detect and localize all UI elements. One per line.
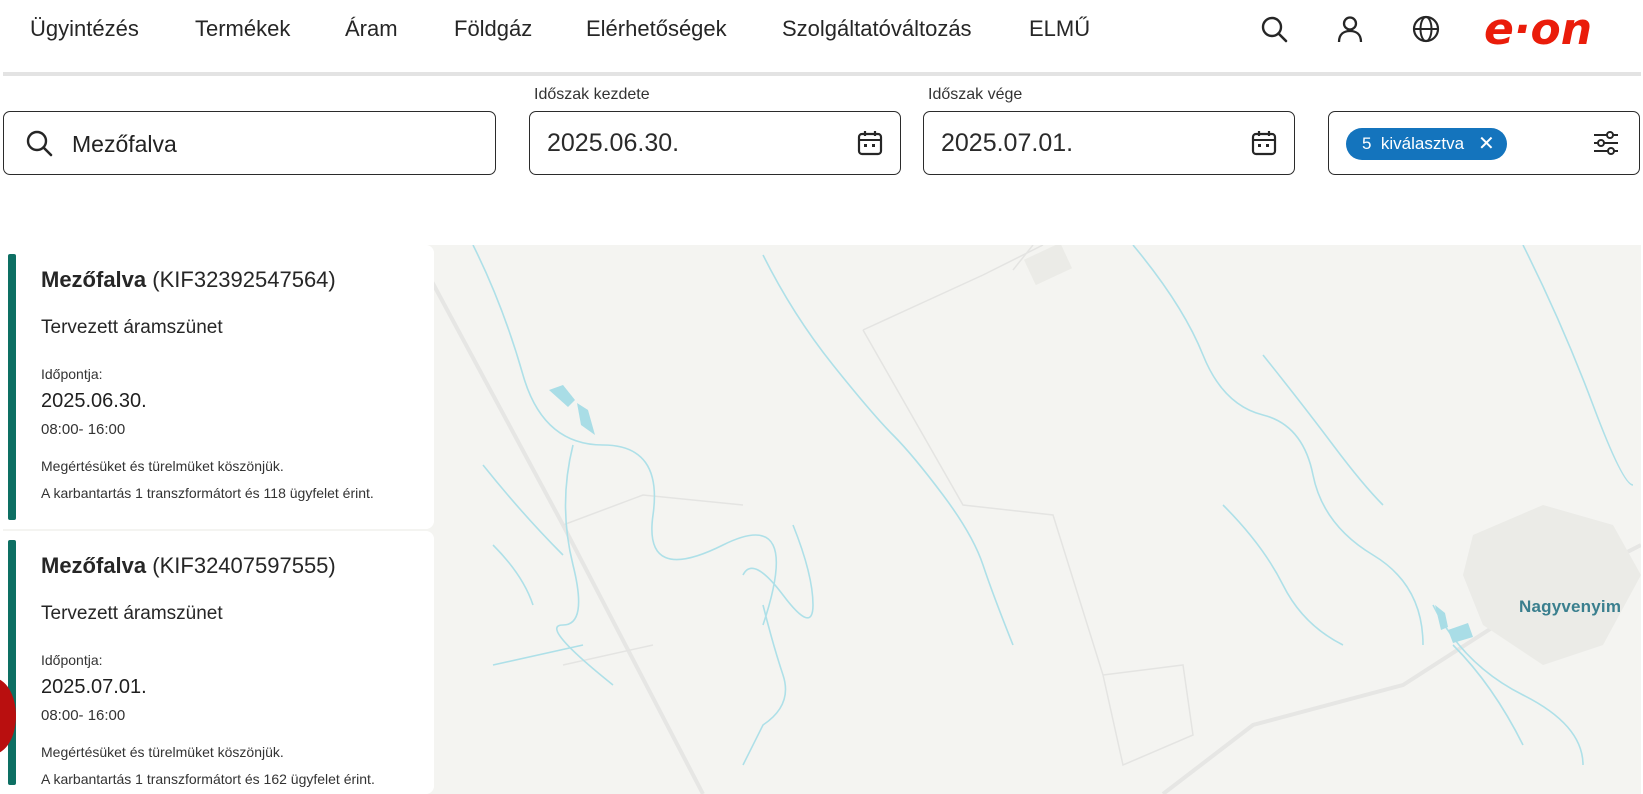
card-accent-bar bbox=[8, 540, 16, 785]
outage-impact-message: A karbantartás 1 transzformátort és 118 … bbox=[41, 485, 374, 501]
svg-text:e·on: e·on bbox=[1484, 6, 1592, 52]
outage-thanks-message: Megértésüket és türelmüket köszönjük. bbox=[41, 744, 284, 760]
top-navigation: Ügyintézés Termékek Áram Földgáz Elérhet… bbox=[0, 0, 1643, 60]
outage-location: Mezőfalva bbox=[41, 267, 147, 292]
outage-date: 2025.06.30. bbox=[41, 390, 147, 412]
start-date-label: Időszak kezdete bbox=[534, 86, 650, 103]
outage-when-label: Időpontja: bbox=[41, 652, 103, 668]
outage-location: Mezőfalva bbox=[41, 553, 147, 578]
selected-count-label: 5 kiválasztva bbox=[1362, 134, 1465, 153]
nav-item-foldgaz[interactable]: Földgáz bbox=[454, 16, 532, 42]
category-filter-select[interactable]: 5 kiválasztva ✕ bbox=[1328, 111, 1640, 175]
end-date-label: Időszak vége bbox=[928, 86, 1023, 103]
outage-time: 08:00- 16:00 bbox=[41, 707, 126, 724]
calendar-icon[interactable] bbox=[1250, 129, 1278, 157]
search-icon[interactable] bbox=[1259, 14, 1289, 44]
header-divider bbox=[3, 72, 1641, 76]
nav-item-aram[interactable]: Áram bbox=[345, 16, 398, 42]
outage-type: Tervezett áramszünet bbox=[41, 603, 223, 624]
nav-item-ugyintezes[interactable]: Ügyintézés bbox=[30, 16, 139, 42]
start-date-field[interactable]: 2025.06.30. bbox=[529, 111, 901, 175]
outage-card[interactable]: Mezőfalva (KIF32407597555) Tervezett ára… bbox=[3, 531, 434, 794]
outage-type: Tervezett áramszünet bbox=[41, 317, 223, 338]
end-date-value: 2025.07.01. bbox=[941, 129, 1074, 157]
user-icon[interactable] bbox=[1335, 14, 1365, 44]
eon-logo[interactable]: e·on bbox=[1484, 6, 1622, 52]
outage-title: Mezőfalva (KIF32407597555) bbox=[41, 553, 336, 579]
globe-icon[interactable] bbox=[1411, 14, 1441, 44]
map-place-label: Nagyvenyim bbox=[1519, 597, 1622, 616]
location-search-field[interactable] bbox=[3, 111, 496, 175]
nav-item-elerhetosegek[interactable]: Elérhetőségek bbox=[586, 16, 727, 42]
nav-item-termekek[interactable]: Termékek bbox=[195, 16, 290, 42]
outage-title: Mezőfalva (KIF32392547564) bbox=[41, 267, 336, 293]
search-icon bbox=[24, 128, 54, 158]
outage-impact-message: A karbantartás 1 transzformátort és 162 … bbox=[41, 771, 375, 787]
clear-selection-icon[interactable]: ✕ bbox=[1478, 134, 1495, 154]
calendar-icon[interactable] bbox=[856, 129, 884, 157]
outage-time: 08:00- 16:00 bbox=[41, 421, 126, 438]
filter-settings-icon[interactable] bbox=[1591, 128, 1621, 158]
selected-count-chip[interactable]: 5 kiválasztva ✕ bbox=[1346, 128, 1507, 160]
outage-when-label: Időpontja: bbox=[41, 366, 103, 382]
outage-date: 2025.07.01. bbox=[41, 676, 147, 698]
nav-item-elmu[interactable]: ELMŰ bbox=[1029, 16, 1090, 42]
start-date-value: 2025.06.30. bbox=[547, 129, 680, 157]
nav-item-szolgaltatovaltozas[interactable]: Szolgáltatóváltozás bbox=[782, 16, 972, 42]
end-date-field[interactable]: 2025.07.01. bbox=[923, 111, 1295, 175]
outage-code: (KIF32407597555) bbox=[152, 553, 336, 578]
location-search-input[interactable] bbox=[70, 124, 484, 164]
outage-thanks-message: Megértésüket és türelmüket köszönjük. bbox=[41, 458, 284, 474]
outage-card[interactable]: Mezőfalva (KIF32392547564) Tervezett ára… bbox=[3, 245, 434, 529]
outage-code: (KIF32392547564) bbox=[152, 267, 336, 292]
card-accent-bar bbox=[8, 254, 16, 520]
